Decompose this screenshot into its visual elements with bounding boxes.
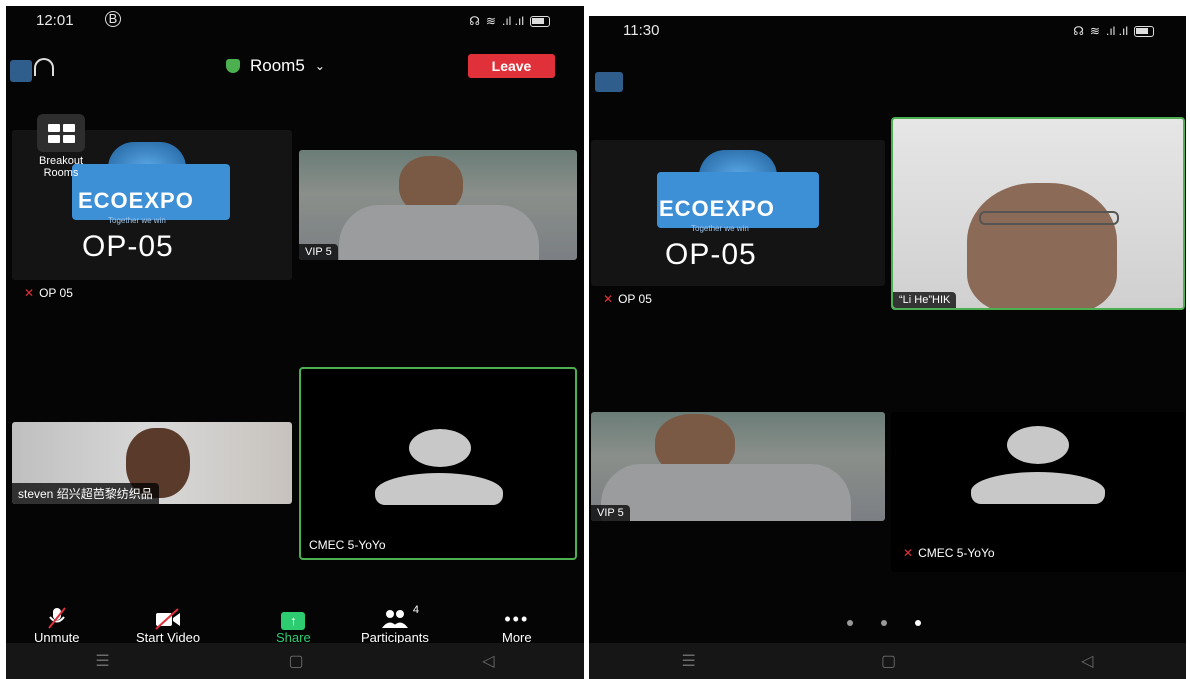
participants-icon: 4 [381,604,419,630]
participant-name-vip5: VIP 5 [299,244,338,260]
video-tile-steven[interactable]: steven 绍兴超芭黎纺织品 [12,422,292,504]
video-tile-op05[interactable]: ECOEXPO Together we win OP-05 [591,140,885,286]
chevron-down-icon: ⌄ [314,59,325,73]
muted-mic-icon: ✕ [24,286,35,300]
participants-button[interactable]: 4 Participants [361,604,429,645]
video-tile-lihe[interactable]: “Li He”HIK [891,117,1185,310]
unmute-button[interactable]: Unmute [34,604,80,645]
participant-name-op05: ✕ OP 05 [24,286,73,300]
home-icon[interactable]: ▢ [288,651,303,671]
expo-slogan: Together we win [108,216,166,225]
battery-icon [530,15,550,27]
home-icon[interactable]: ▢ [881,651,896,671]
glasses [979,211,1119,225]
leave-button[interactable]: Leave [468,54,555,78]
start-video-button[interactable]: Start Video [136,604,200,645]
battery-icon [1134,25,1154,37]
signal-icon: .ıl .ıl [1105,24,1128,38]
video-tile-vip5[interactable]: VIP 5 [591,412,885,521]
speaker-icon[interactable] [595,72,623,92]
breakout-rooms-button[interactable]: Breakout Rooms [22,114,100,179]
person-shirt [601,464,851,521]
muted-mic-icon: ✕ [903,546,914,560]
back-icon[interactable]: ◁ [482,651,494,671]
status-icons: ☊ ≋ .ıl .ıl [469,14,550,28]
expo-title: ECOEXPO [659,196,775,221]
participant-name-text: OP 05 [39,286,73,300]
grid-icon [37,114,85,152]
status-time: 12:01 [36,12,74,29]
breakout-label: Breakout Rooms [38,155,84,179]
more-icon: ••• [504,609,530,629]
muted-mic-icon: ✕ [603,292,614,306]
avatar [375,429,503,505]
headset-audio-icon[interactable] [34,58,54,76]
more-button[interactable]: ••• More [502,604,532,645]
room-name: Room5 [250,56,305,75]
speaker-icon[interactable] [10,60,32,82]
phone-screen-2: 11:30 ☊ ≋ .ıl .ıl ECOEXPO Together we wi… [589,16,1186,679]
headset-icon: ☊ [469,14,480,28]
video-off-icon [154,604,182,630]
expo-code: OP-05 [82,230,174,263]
participant-name-op05: ✕ OP 05 [603,292,652,306]
video-tile-cmec[interactable]: ✕ CMEC 5-YoYo [891,412,1185,572]
share-icon: ↑ [281,604,306,630]
status-icons: ☊ ≋ .ıl .ıl [1073,24,1154,38]
page-dot-active[interactable] [915,620,921,626]
shield-icon [226,59,240,73]
expo-title: ECOEXPO [78,188,194,213]
person-face [967,183,1117,308]
headset-icon: ☊ [1073,24,1084,38]
avatar [971,426,1105,506]
participant-name-cmec: ✕ CMEC 5-YoYo [903,546,995,560]
signal-icon: .ıl .ıl [501,14,524,28]
participant-name-lihe: “Li He”HIK [893,292,957,308]
expo-slogan: Together we win [691,224,749,233]
participant-name-steven: steven 绍兴超芭黎纺织品 [12,483,159,504]
expo-code: OP-05 [665,238,757,271]
page-dot[interactable] [881,620,887,626]
android-nav-bar: ☰ ▢ ◁ [589,643,1186,679]
back-icon[interactable]: ◁ [1081,651,1093,671]
menu-icon[interactable]: ☰ [95,651,109,671]
page-dot[interactable] [847,620,853,626]
wifi-icon: ≋ [485,14,496,28]
muted-mic-icon [47,604,67,630]
room-selector[interactable]: Room5 ⌄ [226,56,325,76]
video-tile-cmec[interactable]: CMEC 5-YoYo [299,367,577,560]
participant-count: 4 [412,604,419,616]
wifi-icon: ≋ [1089,24,1100,38]
android-nav-bar: ☰ ▢ ◁ [6,643,584,679]
phone-screen-1: 12:01 B ☊ ≋ .ıl .ıl Room5 ⌄ Leave ECOEXP… [6,6,584,679]
person-shirt [339,205,539,260]
menu-icon[interactable]: ☰ [682,651,696,671]
video-tile-vip5[interactable]: VIP 5 [299,150,577,260]
page-indicator[interactable] [847,620,921,626]
status-time: 11:30 [623,22,660,39]
notification-icon: B [105,11,121,27]
participant-name-text: OP 05 [618,292,652,306]
participant-name-text: CMEC 5-YoYo [918,546,995,560]
share-button[interactable]: ↑ Share [276,604,311,645]
participant-name-vip5: VIP 5 [591,505,630,521]
participant-name-cmec: CMEC 5-YoYo [309,538,386,552]
